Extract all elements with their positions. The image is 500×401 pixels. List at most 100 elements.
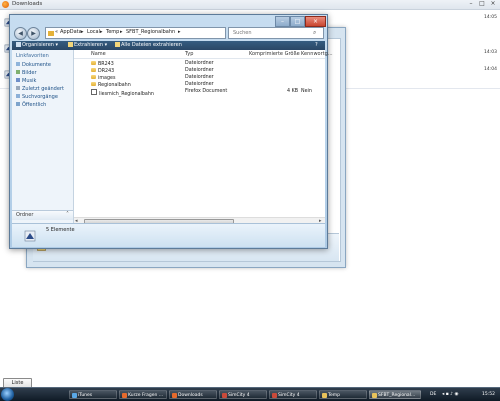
breadcrumb-separator: ▸ [178, 29, 181, 35]
downloads-title: Downloads [12, 1, 43, 7]
close-button[interactable]: × [305, 16, 326, 27]
forward-button[interactable]: ▶ [27, 27, 40, 40]
taskbar-item-label: Kurze Fragen ... [128, 393, 164, 398]
folder-icon [91, 68, 96, 72]
extract-button[interactable]: Extrahieren ▾ [68, 41, 107, 50]
file-type: Dateiordner [185, 68, 214, 73]
searches-icon [16, 94, 20, 98]
recent-icon [16, 86, 20, 90]
pictures-icon [16, 70, 20, 74]
nav-item-label: Suchvorgänge [22, 94, 58, 100]
public-icon [16, 102, 20, 106]
chevron-up-icon: ˄ [66, 211, 69, 218]
nav-item-pictures[interactable]: Bilder [16, 70, 37, 76]
extract-icon [68, 41, 73, 47]
taskbar-item-label: SimCity 4 [278, 393, 300, 398]
minimize-button[interactable]: – [275, 16, 290, 27]
file-size: 4 KB [287, 89, 299, 94]
extract-all-label: Alle Dateien extrahieren [121, 42, 182, 48]
file-type: Dateiordner [185, 61, 214, 66]
extract-all-button[interactable]: Alle Dateien extrahieren [115, 41, 182, 50]
taskbar: iTunes Kurze Fragen ... Downloads SimCit… [0, 387, 500, 401]
breadcrumb-separator: ▸ [100, 29, 103, 35]
extract-all-icon [115, 41, 120, 47]
folders-toggle[interactable]: Ordner ˄ [12, 210, 73, 220]
download-time: 14:05 [484, 15, 497, 20]
column-header-type[interactable]: Typ [185, 51, 193, 58]
search-input[interactable] [233, 30, 311, 36]
folder-icon [322, 393, 327, 398]
file-name: BR243 [98, 62, 114, 67]
document-icon [91, 89, 97, 95]
taskbar-item-simcity[interactable]: SimCity 4 [269, 390, 317, 399]
folder-icon [91, 82, 96, 86]
taskbar-item-temp[interactable]: Temp [319, 390, 367, 399]
search-icon[interactable]: ⌕ [313, 29, 316, 37]
details-pane: 5 Elemente [12, 223, 325, 247]
file-row[interactable]: BR243 Dateiordner [74, 61, 325, 67]
address-bar[interactable]: « AppData ▸ Local ▸ Temp ▸ SFBT_Regional… [45, 27, 258, 39]
taskbar-item-label: iTunes [78, 393, 93, 398]
nav-item-label: Dokumente [22, 62, 51, 68]
extract-label: Extrahieren [74, 42, 104, 48]
taskbar-item-browser[interactable]: Kurze Fragen ... [119, 390, 167, 399]
documents-icon [16, 62, 20, 66]
tray-icons[interactable]: ◂ ▪ ♪ ◉ [442, 390, 458, 399]
file-name: DR243 [98, 69, 115, 74]
nav-item-label: Musik [22, 78, 37, 84]
file-row[interactable]: Regionalbahn Dateiordner [74, 82, 325, 88]
taskbar-item-sfbt[interactable]: SFBT_Regional... [369, 390, 421, 399]
organize-icon [16, 41, 21, 47]
simcity-icon [272, 393, 277, 398]
nav-item-documents[interactable]: Dokumente [16, 62, 51, 68]
navigation-pane: Linkfavoriten Dokumente Bilder Musik Zul… [12, 50, 74, 223]
nav-item-label: Öffentlich [22, 102, 47, 108]
search-box[interactable]: ⌕ [228, 27, 324, 39]
column-header-compressed-size[interactable]: Komprimierte Größe [249, 51, 300, 58]
taskbar-item-label: Temp [328, 393, 340, 398]
file-row[interactable]: DR243 Dateiordner [74, 68, 325, 74]
breadcrumb-appdata[interactable]: AppData [60, 29, 82, 35]
file-password: Nein [301, 89, 312, 94]
nav-item-recent[interactable]: Zuletzt geändert [16, 86, 64, 92]
file-type: Dateiordner [185, 82, 214, 87]
organize-button[interactable]: Organisieren ▾ [16, 41, 58, 50]
help-icon[interactable]: ? [315, 41, 318, 50]
music-icon [16, 78, 20, 82]
command-toolbar: Organisieren ▾ Extrahieren ▾ Alle Dateie… [12, 41, 325, 50]
nav-item-label: Bilder [22, 70, 37, 76]
itunes-icon [72, 393, 77, 398]
back-button[interactable]: ◀ [14, 27, 27, 40]
taskbar-item-downloads[interactable]: Downloads [169, 390, 217, 399]
clock[interactable]: 15:52 [482, 390, 495, 399]
taskbar-item-label: SimCity 4 [228, 393, 250, 398]
taskbar-item-itunes[interactable]: iTunes [69, 390, 117, 399]
nav-item-public[interactable]: Öffentlich [16, 102, 46, 108]
maximize-button[interactable]: □ [290, 16, 305, 27]
nav-item-music[interactable]: Musik [16, 78, 36, 84]
item-count: 5 Elemente [46, 227, 75, 233]
taskbar-item-label: Downloads [178, 393, 203, 398]
firefox-icon [172, 393, 177, 398]
breadcrumb-local[interactable]: Local [87, 29, 100, 35]
language-indicator[interactable]: DE [430, 390, 436, 399]
file-name: images [98, 76, 116, 81]
folders-label: Ordner [16, 212, 34, 218]
breadcrumb-separator: ▸ [81, 29, 84, 35]
column-header-password[interactable]: Kennwortg... [301, 51, 333, 58]
column-header-name[interactable]: Name [91, 51, 106, 58]
breadcrumb-temp[interactable]: Temp [106, 29, 119, 35]
nav-item-searches[interactable]: Suchvorgänge [16, 94, 58, 100]
start-button[interactable] [1, 388, 14, 401]
nav-header: Linkfavoriten [16, 53, 49, 59]
taskbar-item-simcity[interactable]: SimCity 4 [219, 390, 267, 399]
file-row[interactable]: liesmich_Regionalbahn Firefox Document 4… [74, 89, 325, 97]
minimize-icon[interactable]: – [466, 0, 476, 8]
download-time: 14:03 [484, 50, 497, 55]
close-icon[interactable]: × [488, 0, 498, 8]
breadcrumb-current[interactable]: SFBT_Regionalbahn [126, 29, 175, 35]
file-row[interactable]: images Dateiordner [74, 75, 325, 81]
breadcrumb-separator: « [55, 29, 59, 35]
firefox-icon [2, 1, 9, 8]
maximize-icon[interactable]: □ [477, 0, 487, 8]
